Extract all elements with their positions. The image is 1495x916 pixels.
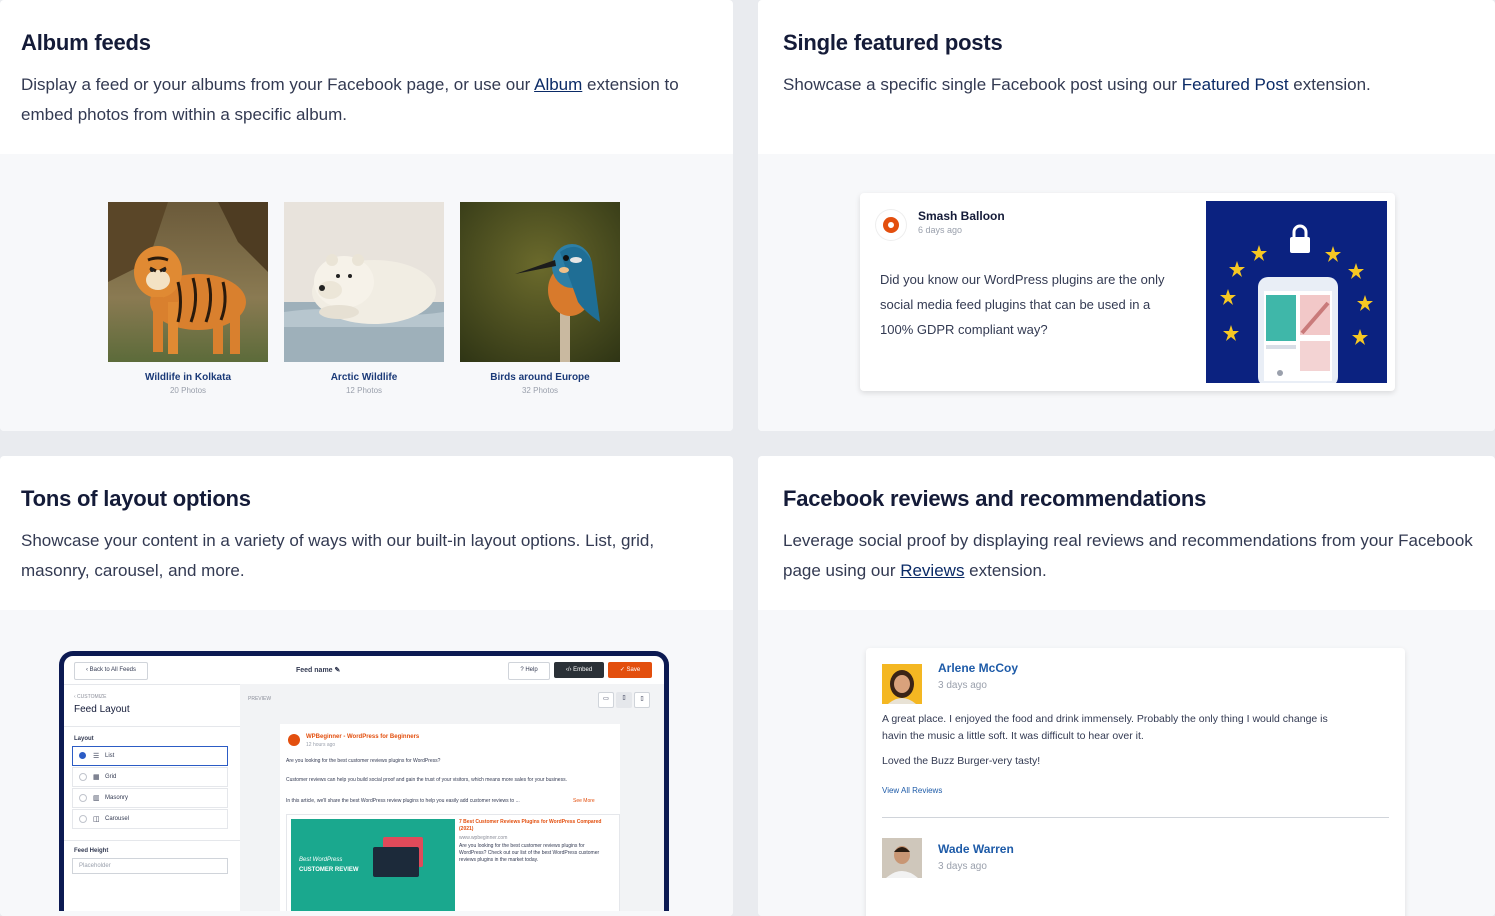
help-button[interactable]: ? Help bbox=[508, 662, 550, 680]
post-text: Did you know our WordPress plugins are t… bbox=[880, 272, 1165, 337]
post-line: Are you looking for the best customer re… bbox=[286, 758, 441, 764]
featured-post-preview: Smash Balloon 6 days ago Did you know ou… bbox=[758, 154, 1495, 431]
reviews-preview: Arlene McCoy 3 days ago A great place. I… bbox=[758, 610, 1495, 916]
layout-option-grid[interactable]: ▦ Grid bbox=[72, 767, 228, 787]
featured-posts-card: Single featured posts Showcase a specifi… bbox=[758, 0, 1495, 431]
carousel-icon: ◫ bbox=[93, 816, 100, 823]
reviewer-name[interactable]: Wade Warren bbox=[938, 842, 1014, 856]
preview-label: PREVIEW bbox=[248, 696, 272, 702]
avatar bbox=[882, 838, 922, 878]
post-line: Customer reviews can help you build soci… bbox=[286, 777, 567, 783]
review-time: 3 days ago bbox=[938, 861, 987, 872]
card-title: Tons of layout options bbox=[21, 486, 251, 511]
layout-preview: ‹ Back to All Feeds Feed name ✎ ? Help ‹… bbox=[0, 610, 733, 916]
panel-title: Feed Layout bbox=[74, 704, 130, 715]
view-all-reviews-link[interactable]: View All Reviews bbox=[882, 786, 942, 795]
polar-bear-photo bbox=[284, 202, 444, 362]
customizer-toolbar: ‹ Back to All Feeds Feed name ✎ ? Help ‹… bbox=[64, 656, 664, 685]
album-count: 12 Photos bbox=[345, 386, 383, 395]
review-text: A great place. I enjoyed the food and dr… bbox=[882, 713, 1328, 742]
link-thumbnail: Best WordPress CUSTOMER REVIEW bbox=[291, 819, 455, 911]
card-description: Showcase your content in a variety of wa… bbox=[21, 531, 655, 580]
album-extension-link[interactable]: Album bbox=[534, 75, 582, 94]
laptop-frame: ‹ Back to All Feeds Feed name ✎ ? Help ‹… bbox=[59, 651, 669, 911]
layout-option-list[interactable]: ☰ List bbox=[72, 746, 228, 766]
link-domain: www.wpbeginner.com bbox=[459, 835, 508, 841]
album-name: Arctic Wildlife bbox=[330, 372, 398, 383]
album-feeds-card: Album feeds Display a feed or your album… bbox=[0, 0, 733, 431]
link-description: Are you looking for the best customer re… bbox=[459, 843, 600, 863]
album-name: Birds around Europe bbox=[490, 372, 590, 383]
album-preview: Wildlife in Kolkata 20 Photos Arctic Wil… bbox=[0, 154, 733, 431]
post-line: In this article, we'll share the best Wo… bbox=[286, 798, 520, 804]
album-name: Wildlife in Kolkata bbox=[144, 372, 232, 383]
link-title: 7 Best Customer Reviews Plugins for Word… bbox=[459, 819, 602, 832]
grid-icon: ▦ bbox=[93, 774, 100, 781]
link-preview[interactable]: Best WordPress CUSTOMER REVIEW 7 Best Cu… bbox=[286, 814, 620, 911]
album-item[interactable]: Birds around Europe 32 Photos bbox=[460, 202, 620, 395]
tablet-icon[interactable]: ▯ bbox=[616, 692, 632, 708]
desktop-icon[interactable]: ▭ bbox=[598, 692, 614, 708]
layout-options-card: Tons of layout options Showcase your con… bbox=[0, 456, 733, 916]
featured-post[interactable]: Smash Balloon 6 days ago Did you know ou… bbox=[860, 193, 1395, 391]
wpbeginner-logo-icon bbox=[288, 734, 300, 746]
card-title: Single featured posts bbox=[783, 30, 1003, 55]
card-description: Display a feed or your albums from your … bbox=[21, 75, 679, 124]
feed-name[interactable]: Feed name ✎ bbox=[296, 666, 340, 674]
featured-post-extension-link[interactable]: Featured Post bbox=[1182, 75, 1289, 94]
tiger-photo bbox=[108, 202, 268, 362]
save-button[interactable]: ✓ Save bbox=[608, 662, 652, 678]
customizer-sidebar: ‹ CUSTOMIZE Feed Layout Layout ☰ List ▦ … bbox=[64, 684, 241, 911]
back-to-feeds-button[interactable]: ‹ Back to All Feeds bbox=[74, 662, 148, 680]
layout-option-carousel[interactable]: ◫ Carousel bbox=[72, 809, 228, 829]
reviews-extension-link[interactable]: Reviews bbox=[900, 561, 964, 580]
list-icon: ☰ bbox=[93, 753, 100, 760]
see-more-link[interactable]: See More bbox=[573, 798, 595, 804]
card-description: Leverage social proof by displaying real… bbox=[783, 531, 1473, 580]
reviews-widget: Arlene McCoy 3 days ago A great place. I… bbox=[866, 648, 1405, 916]
avatar bbox=[882, 664, 922, 704]
post-author: WPBeginner - WordPress for Beginners bbox=[306, 734, 420, 740]
kingfisher-photo bbox=[460, 202, 620, 362]
album-item[interactable]: Arctic Wildlife 12 Photos bbox=[284, 202, 444, 395]
post-time: 6 days ago bbox=[918, 225, 963, 235]
feed-preview: PREVIEW ▭ ▯ ▯ WPBeginner - WordPress for… bbox=[240, 684, 664, 911]
review-text: Loved the Buzz Burger-very tasty! bbox=[882, 755, 1041, 767]
album-count: 32 Photos bbox=[521, 386, 559, 395]
masonry-icon: ▥ bbox=[93, 795, 100, 802]
layout-label: Layout bbox=[74, 736, 94, 742]
card-title: Album feeds bbox=[21, 30, 151, 55]
album-item[interactable]: Wildlife in Kolkata 20 Photos bbox=[108, 202, 268, 395]
customizer-screen: ‹ Back to All Feeds Feed name ✎ ? Help ‹… bbox=[64, 656, 664, 911]
feed-height-label: Feed Height bbox=[74, 848, 109, 854]
gdpr-illustration bbox=[1206, 201, 1387, 383]
card-description: Showcase a specific single Facebook post… bbox=[783, 75, 1371, 94]
layout-option-masonry[interactable]: ▥ Masonry bbox=[72, 788, 228, 808]
divider bbox=[882, 817, 1389, 818]
post-time: 12 hours ago bbox=[306, 742, 336, 748]
feed-height-input[interactable]: Placeholder bbox=[72, 858, 228, 874]
embed-button[interactable]: ‹/› Embed bbox=[554, 662, 604, 678]
reviewer-name[interactable]: Arlene McCoy bbox=[938, 661, 1018, 675]
smash-balloon-logo-icon bbox=[876, 210, 906, 240]
album-count: 20 Photos bbox=[169, 386, 207, 395]
customize-breadcrumb[interactable]: ‹ CUSTOMIZE bbox=[74, 694, 106, 700]
post-author: Smash Balloon bbox=[918, 209, 1005, 223]
post-preview: WPBeginner - WordPress for Beginners 12 … bbox=[280, 724, 620, 911]
reviews-card: Facebook reviews and recommendations Lev… bbox=[758, 456, 1495, 916]
review-time: 3 days ago bbox=[938, 680, 987, 691]
mobile-icon[interactable]: ▯ bbox=[634, 692, 650, 708]
card-title: Facebook reviews and recommendations bbox=[783, 486, 1207, 511]
